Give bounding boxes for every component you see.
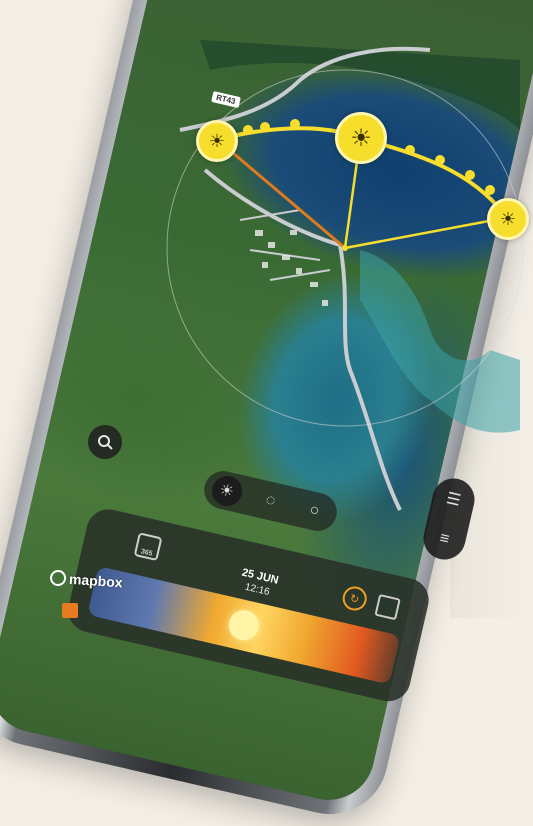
sun-icon: ☀ [350,124,372,152]
timeline-layers-button[interactable] [374,593,401,621]
mapbox-logo-icon [49,569,67,587]
reset-time-button[interactable]: ↻ [340,584,370,613]
sunset-direction-line [344,216,506,250]
layers-icon[interactable]: ☰ [444,488,462,511]
sunrise-marker[interactable]: ☀ [196,120,238,162]
sun-icon: ☀ [217,481,236,502]
bottom-tab-icon[interactable] [62,603,78,618]
village-buildings [255,230,328,306]
search-icon [98,435,113,450]
location-pin [342,245,348,251]
sunset-icon: ☀ [499,208,517,229]
other-mode-button[interactable]: ○ [296,493,332,529]
village-streets [239,209,331,281]
road-coastal [203,168,402,511]
reset-icon: ↻ [348,592,361,606]
sun-mode-button[interactable]: ☀ [208,472,245,509]
sunrise-icon: ☀ [208,130,226,151]
calendar-button[interactable]: 365 [133,532,163,562]
sun-marker[interactable]: ☀ [335,112,387,164]
list-icon[interactable]: ≡ [438,530,451,550]
moon-phase-icon: ◌ [264,491,278,510]
calendar-label: 365 [140,548,154,558]
moon-mode-button[interactable]: ◌ [253,483,289,519]
sunset-marker[interactable]: ☀ [487,198,529,240]
circle-icon: ○ [307,501,322,521]
search-button[interactable] [88,425,122,459]
